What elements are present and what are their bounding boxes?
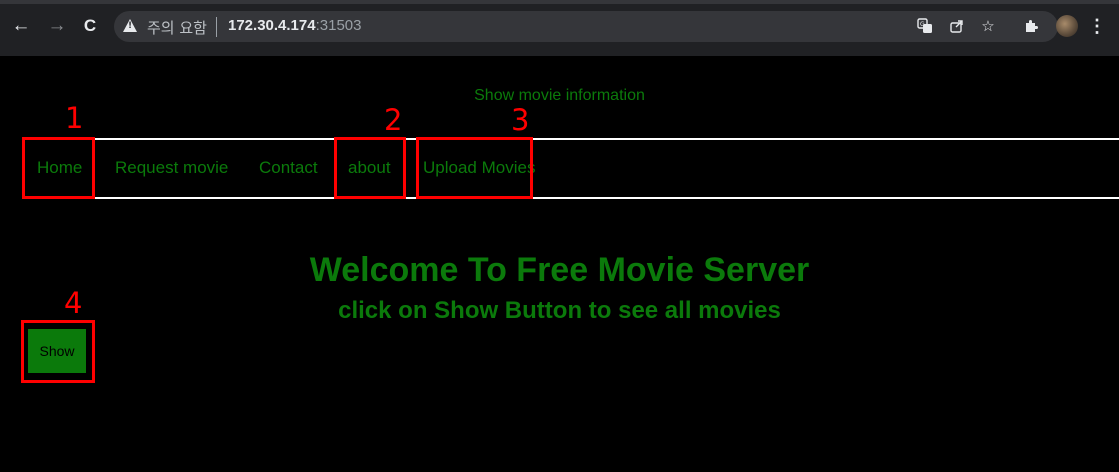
url-port: :31503 [315,17,362,34]
welcome-subtitle: click on Show Button to see all movies [338,297,781,324]
nav-contact-link[interactable]: Contact [259,158,318,178]
welcome-title: Welcome To Free Movie Server [309,251,810,289]
back-arrow-icon: ← [11,15,31,36]
annotation-number-2: 2 [384,103,403,137]
nav-bottom-border [22,197,1119,199]
annotation-number-3: 3 [511,103,530,137]
translate-icon[interactable]: G [914,15,936,37]
page-header: Show movie information [474,87,645,104]
forward-button[interactable]: → [44,13,70,39]
url-host: 172.30.4.174 [228,17,316,34]
url-text[interactable]: 172.30.4.174:31503 [228,17,361,34]
svg-text:G: G [920,21,925,28]
bookmark-star-icon[interactable]: ☆ [977,15,999,37]
reload-button[interactable]: C [77,13,103,39]
annotation-box-4 [21,320,95,383]
annotation-number-1: 1 [65,101,84,135]
annotation-number-4: 4 [64,286,83,320]
back-button[interactable]: ← [8,13,34,39]
nav-request-movie-link[interactable]: Request movie [115,158,228,178]
annotation-box-2 [334,137,406,199]
reload-icon: C [83,16,97,35]
translate-glyph: G [917,18,932,33]
chrome-menu-button[interactable]: ⋮ [1088,15,1106,37]
annotation-box-1 [22,137,95,199]
more-vert-icon: ⋮ [1088,15,1106,36]
puzzle-icon[interactable] [1020,15,1042,37]
tab-strip-edge [0,0,1119,4]
security-warning-label[interactable]: 주의 요함 [147,17,207,38]
star-glyph: ☆ [981,17,995,35]
puzzle-glyph [1026,20,1038,32]
share-glyph [950,20,963,33]
share-icon[interactable] [946,15,968,37]
forward-arrow-icon: → [47,15,67,36]
address-divider [216,17,217,37]
warning-triangle-icon[interactable] [123,19,137,32]
nav-top-border [22,138,1119,140]
profile-avatar[interactable] [1056,15,1078,37]
annotation-box-3 [416,137,533,199]
